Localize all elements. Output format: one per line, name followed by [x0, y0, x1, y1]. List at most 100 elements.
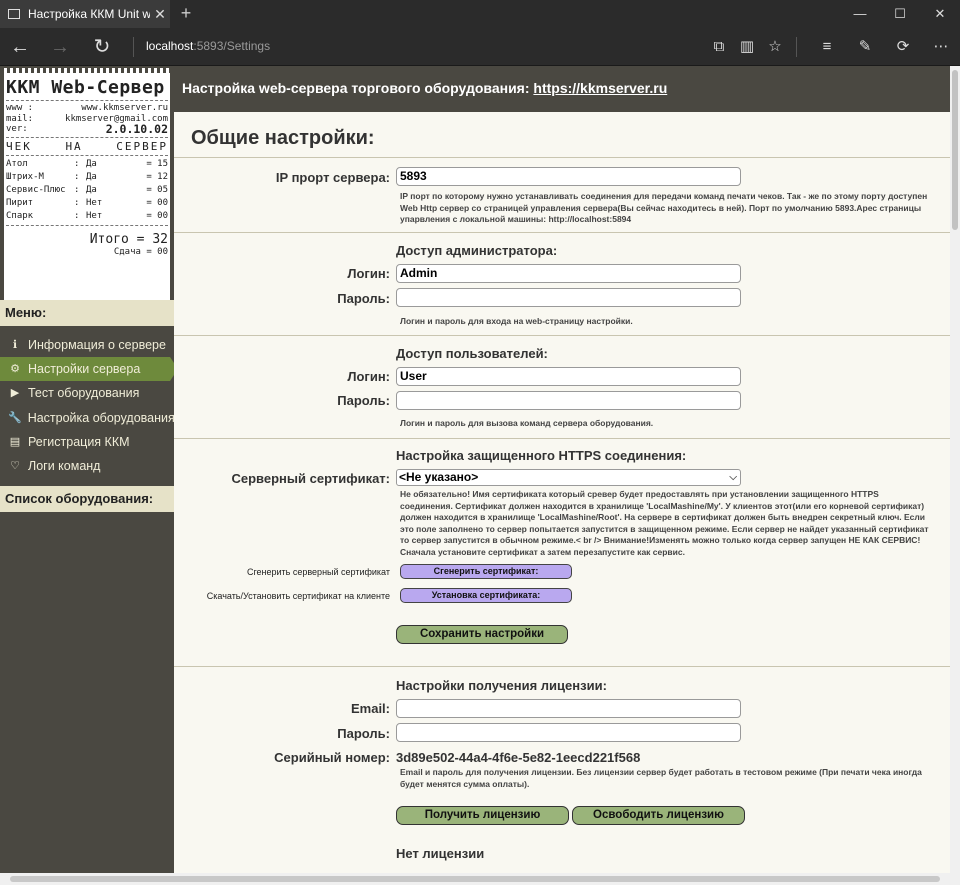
receipt-divider — [6, 100, 168, 101]
divider — [174, 335, 950, 336]
page-icon — [8, 9, 20, 19]
user-password-input[interactable] — [396, 391, 741, 410]
gen-cert-label: Сгенерить серверный сертификат — [246, 567, 390, 577]
register-icon: ▤ — [9, 436, 21, 448]
receipt-www: www : www.kkmserver.ru — [6, 103, 168, 113]
users-hint: Логин и пароль для вызова команд сервера… — [400, 418, 654, 428]
scroll-thumb[interactable] — [10, 876, 940, 882]
header-text: Настройка web-сервера торгового оборудов… — [182, 80, 534, 96]
toolbar-separator — [796, 37, 797, 57]
minimize-icon[interactable]: — — [840, 0, 880, 28]
user-login-label: Логин: — [347, 369, 390, 384]
port-input[interactable]: 5893 — [396, 167, 741, 186]
gears-icon: ⚙ — [10, 363, 20, 375]
cert-label: Серверный сертификат: — [231, 471, 391, 486]
vertical-scrollbar[interactable] — [950, 66, 960, 873]
license-hint: Email и пароль для получения лицензии. Б… — [400, 767, 922, 789]
menu-item-equipment-test[interactable]: ▶ Тест оборудования — [0, 381, 170, 405]
install-cert-button[interactable]: Установка сертификата: — [400, 588, 572, 603]
menu-item-equipment-setup[interactable]: 🔧 Настройка оборудования — [0, 406, 175, 430]
favorite-star-icon[interactable]: ☆ — [764, 36, 786, 58]
generate-cert-button[interactable]: Сгенерить сертификат: — [400, 564, 572, 579]
menu-item-kkm-registration[interactable]: ▤ Регистрация ККМ — [0, 430, 170, 454]
license-section-title: Настройки получения лицензии: — [396, 678, 607, 693]
back-icon[interactable]: ← — [8, 36, 32, 58]
divider — [174, 232, 950, 233]
web-note-icon[interactable]: ✎ — [854, 36, 876, 58]
browser-tab[interactable]: Настройка ККМ Unit w ✕ — [0, 0, 170, 28]
receipt-logo: ККМ Web-Сервер www : www.kkmserver.ru mai… — [4, 68, 170, 300]
cert-select[interactable]: <Не указано> ⌵ — [396, 469, 741, 486]
page-header: Настройка web-сервера торгового оборудов… — [174, 66, 950, 112]
close-tab-icon[interactable]: ✕ — [150, 6, 170, 23]
settings-panel: Общие настройки: IP прорт сервера: 5893 … — [174, 112, 950, 873]
url-path: :5893/Settings — [193, 39, 271, 53]
reading-view-icon[interactable]: ▥ — [736, 36, 758, 58]
user-password-label: Пароль: — [337, 393, 390, 408]
browser-address-bar: ← → ↻ localhost:5893/Settings ⧉ ▥ ☆ ≡ ✎ … — [0, 28, 960, 66]
license-email-label: Email: — [350, 701, 390, 716]
license-password-label: Пароль: — [337, 726, 390, 741]
admin-login-label: Логин: — [347, 266, 390, 281]
menu-item-command-logs[interactable]: ♡ Логи команд — [0, 454, 170, 478]
release-license-button[interactable]: Освободить лицензию — [572, 806, 745, 825]
page-viewport: ККМ Web-Сервер www : www.kkmserver.ru mai… — [0, 66, 950, 873]
admin-password-label: Пароль: — [337, 291, 390, 306]
receipt-check-line: ЧЕК НА СЕРВЕР — [6, 139, 168, 153]
header-link[interactable]: https://kkmserver.ru — [533, 80, 667, 96]
divider — [174, 438, 950, 439]
license-email-input[interactable] — [396, 699, 741, 718]
cert-select-value: <Не указано> — [399, 470, 479, 484]
horizontal-scrollbar[interactable] — [0, 873, 960, 885]
admin-password-input[interactable] — [396, 288, 741, 307]
new-tab-icon[interactable]: + — [176, 3, 196, 23]
url-host: localhost — [146, 39, 194, 53]
url-field[interactable]: localhost:5893/Settings — [146, 39, 270, 53]
equipment-list-title: Список оборудования: — [0, 486, 178, 512]
divider — [174, 157, 950, 158]
url-separator — [133, 37, 134, 57]
sidebar: ККМ Web-Сервер www : www.kkmserver.ru mai… — [0, 66, 178, 873]
info-icon: ℹ — [12, 339, 18, 351]
hub-icon[interactable]: ≡ — [816, 36, 838, 58]
menu-item-server-info[interactable]: ℹ Информация о сервере — [0, 333, 170, 357]
admin-login-input[interactable]: Admin — [396, 264, 741, 283]
install-cert-label: Скачать/Установить сертификат на клиенте — [206, 591, 390, 601]
port-hint: IP порт по которому нужно устанавливать … — [400, 191, 928, 224]
receipt-row: Спарк: Нет = 00 — [6, 210, 168, 221]
receipt-total: Итого = 32 — [89, 231, 168, 247]
scroll-thumb[interactable] — [952, 70, 958, 230]
receipt-row: Штрих-М: Да = 12 — [6, 171, 168, 182]
receipt-title: ККМ Web-Сервер — [6, 77, 165, 98]
wrench-icon: 🔧 — [8, 412, 22, 424]
admin-hint: Логин и пароль для входа на web-страницу… — [400, 316, 633, 326]
maximize-icon[interactable]: ☐ — [880, 0, 920, 28]
save-settings-button[interactable]: Сохранить настройки — [396, 625, 568, 644]
receipt-version: ver: 2.0.10.02 — [6, 122, 168, 136]
more-icon[interactable]: ⋯ — [930, 36, 952, 58]
receipt-change: Сдача = 00 — [113, 246, 168, 257]
serial-label: Серийный номер: — [274, 750, 390, 765]
port-label: IP прорт сервера: — [275, 170, 390, 185]
get-license-button[interactable]: Получить лицензию — [396, 806, 569, 825]
refresh-icon[interactable]: ↻ — [90, 36, 114, 58]
extensions-icon[interactable]: ⧉ — [708, 36, 730, 58]
browser-tab-bar: Настройка ККМ Unit w ✕ + — ☐ ✕ — [0, 0, 960, 28]
play-icon: ▶ — [10, 387, 20, 399]
serial-number: 3d89e502-44a4-4f6e-5e82-1eecd221f568 — [396, 750, 641, 765]
https-section-title: Настройка защищенного HTTPS соединения: — [396, 448, 687, 463]
users-section-title: Доступ пользователей: — [396, 346, 548, 361]
share-icon[interactable]: ⟳ — [892, 36, 914, 58]
page-title: Общие настройки: — [191, 127, 375, 149]
receipt-divider — [6, 154, 168, 156]
user-login-input[interactable]: User — [396, 367, 741, 386]
receipt-divider — [6, 224, 168, 226]
license-password-input[interactable] — [396, 723, 741, 742]
close-window-icon[interactable]: ✕ — [920, 0, 960, 28]
menu-title: Меню: — [0, 300, 178, 326]
admin-section-title: Доступ администратора: — [396, 243, 558, 258]
tab-title: Настройка ККМ Unit w — [28, 7, 150, 21]
menu-item-server-settings[interactable]: ⚙ Настройки сервера — [0, 357, 178, 381]
receipt-row: Атол: Да = 15 — [6, 158, 168, 169]
forward-icon[interactable]: → — [48, 36, 72, 58]
